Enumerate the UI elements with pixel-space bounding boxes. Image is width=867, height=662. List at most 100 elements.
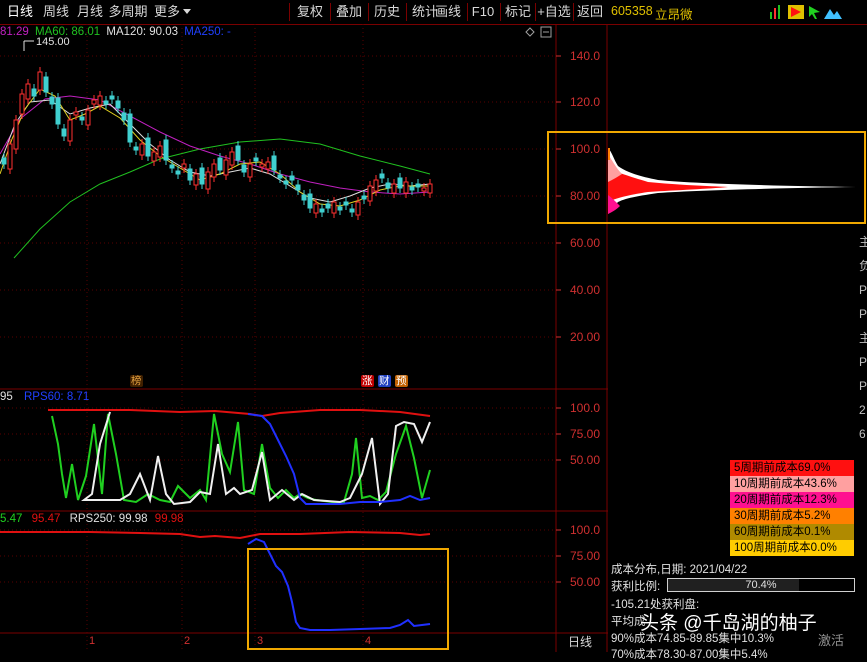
candle xyxy=(355,201,361,216)
candle xyxy=(415,183,421,188)
rps60-red-line xyxy=(48,409,431,418)
rps60-tick-75: 75.00 xyxy=(570,427,600,441)
limit-up-marker[interactable]: 涨 xyxy=(361,375,374,387)
ma120-value: MA120: 90.03 xyxy=(106,26,179,38)
mountain-icon[interactable] xyxy=(824,9,842,19)
candle xyxy=(79,116,85,121)
candle xyxy=(73,111,79,116)
cost-date-line: 成本分布,日期: 2021/04/22 xyxy=(611,564,748,576)
finance-marker[interactable]: 财 xyxy=(378,375,391,387)
candle xyxy=(115,100,121,109)
candle xyxy=(253,157,259,162)
candle xyxy=(319,208,325,213)
cost-row-100: 100周期前成本0.0% xyxy=(730,540,854,556)
candle xyxy=(283,180,289,185)
cost-distribution-chart xyxy=(608,148,856,214)
candle xyxy=(37,71,43,91)
candle xyxy=(265,161,271,170)
candlestick-series xyxy=(1,67,433,220)
rank-marker[interactable]: 榜 xyxy=(130,375,143,387)
ma-prefix-value: 81.29 xyxy=(0,26,29,38)
rps60-blue-line xyxy=(247,413,431,505)
candle xyxy=(301,194,307,201)
rps250-highlight-box xyxy=(247,548,449,650)
candle xyxy=(49,96,55,105)
candle xyxy=(175,170,181,175)
restore-rights-button[interactable]: 复权 xyxy=(292,0,328,24)
candle xyxy=(331,201,337,214)
draw-line-button[interactable]: 画线 xyxy=(430,0,466,24)
rps60-tick-50: 50.00 xyxy=(570,453,600,467)
flag-icon[interactable] xyxy=(788,5,804,19)
candle xyxy=(193,173,199,186)
candle xyxy=(97,95,103,106)
candle xyxy=(13,119,19,150)
profit-ratio-value: 70.4% xyxy=(745,579,777,591)
candle xyxy=(223,159,229,176)
y-tick-20: 20.00 xyxy=(570,330,600,344)
candle xyxy=(229,151,235,166)
candle xyxy=(133,146,139,151)
candle xyxy=(373,179,379,192)
candle xyxy=(271,155,277,171)
tab-multi-period[interactable]: 多周期 xyxy=(108,0,148,24)
side-cutoff: 主负PP主PP26 xyxy=(859,235,867,441)
tab-weekly[interactable]: 周线 xyxy=(40,0,72,24)
history-button[interactable]: 历史 xyxy=(369,0,405,24)
candle xyxy=(241,164,247,173)
y-tick-40: 40.00 xyxy=(570,283,600,297)
mark-button[interactable]: 标记 xyxy=(502,0,534,24)
ma-legend: 81.29 MA60: 86.01 MA120: 90.03 MA250: - xyxy=(0,26,231,38)
cost-row-30: 30周期前成本5.2% xyxy=(730,508,854,524)
tab-monthly[interactable]: 月线 xyxy=(74,0,106,24)
candle xyxy=(325,203,331,209)
candle xyxy=(199,167,205,185)
forecast-marker[interactable]: 预 xyxy=(395,375,408,387)
rps250-value: RPS250: 99.98 xyxy=(69,513,148,525)
candle xyxy=(7,143,13,170)
watermark: 头条 @千岛湖的柚子 xyxy=(640,613,817,634)
chart-toolbar: 日线 周线 月线 多周期 更多 复权 叠加 历史 统计 画线 F10 标记 +自… xyxy=(0,0,608,25)
candle xyxy=(247,163,253,178)
time-tick-2: 2 xyxy=(184,635,190,647)
f10-button[interactable]: F10 xyxy=(468,0,498,24)
candle xyxy=(367,185,373,202)
diamond-icon[interactable] xyxy=(525,27,535,37)
overlay-button[interactable]: 叠加 xyxy=(331,0,367,24)
add-watchlist-button[interactable]: +自选 xyxy=(536,0,572,24)
candle xyxy=(337,206,343,211)
candle xyxy=(31,88,37,97)
candle xyxy=(169,164,175,169)
candle xyxy=(289,175,295,181)
rps250-tick-50: 50.00 xyxy=(570,575,600,589)
candle xyxy=(25,83,31,100)
rps60-prefix: 95 xyxy=(0,391,13,403)
more-dropdown-icon[interactable] xyxy=(183,9,191,14)
candle xyxy=(19,93,25,115)
candle xyxy=(1,157,7,165)
bar-chart-icon[interactable] xyxy=(770,5,780,19)
arrow-icon[interactable] xyxy=(809,6,820,19)
candle xyxy=(151,151,157,162)
back-button[interactable]: 返回 xyxy=(574,0,606,24)
candle xyxy=(109,95,115,100)
time-tick-1: 1 xyxy=(89,635,95,647)
candle xyxy=(421,187,427,192)
rps250-v3: 99.98 xyxy=(154,513,184,525)
candle xyxy=(409,186,415,191)
rps250-v1: 5.47 xyxy=(0,513,23,525)
period-label: 日线 xyxy=(568,635,592,649)
tab-more[interactable]: 更多 xyxy=(152,0,182,24)
candle xyxy=(361,195,367,200)
candle xyxy=(295,184,301,191)
candle xyxy=(181,163,187,169)
tab-daily[interactable]: 日线 xyxy=(4,0,36,24)
ma-yellow-line xyxy=(0,88,430,207)
candle xyxy=(391,183,397,194)
rps60-legend: 95 RPS60: 8.71 xyxy=(0,391,89,403)
candle xyxy=(55,97,61,125)
cost-row-20: 20周期前成本12.3% xyxy=(730,492,854,508)
candle xyxy=(217,157,223,171)
candle xyxy=(427,183,433,194)
candle xyxy=(211,163,217,178)
